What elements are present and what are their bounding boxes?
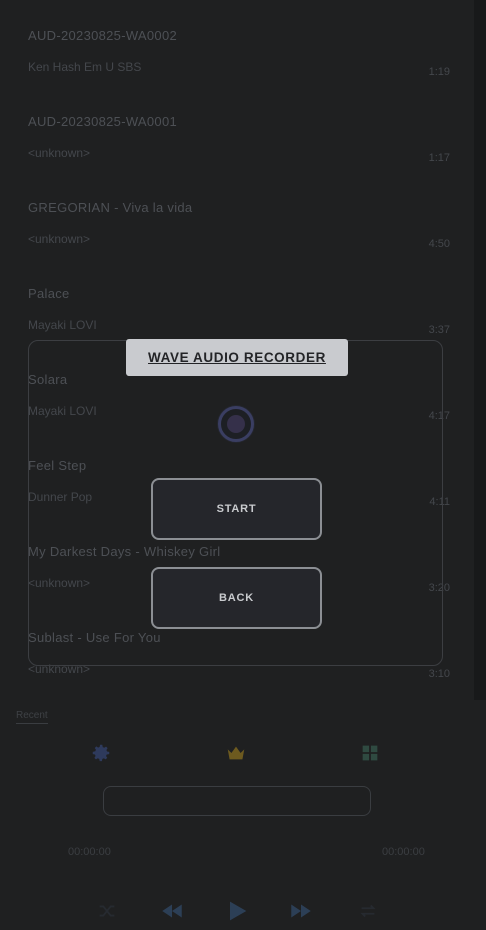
track-duration: 4:50: [428, 238, 450, 250]
track-artist: Ken Hash Em U SBS: [28, 60, 142, 74]
track-row[interactable]: GREGORIAN - Viva la vida <unknown> 4:50: [0, 188, 470, 274]
track-artist: <unknown>: [28, 146, 91, 160]
track-duration: 1:19: [428, 66, 450, 78]
track-title: AUD-20230825-WA0002: [28, 28, 178, 43]
track-title: AUD-20230825-WA0001: [28, 114, 178, 129]
app-root: AUD-20230825-WA0002 Ken Hash Em U SBS 1:19…: [0, 0, 486, 930]
shuffle-icon[interactable]: [92, 896, 122, 926]
track-artist: <unknown>: [28, 232, 91, 246]
grid-icon[interactable]: [357, 740, 383, 766]
now-playing-field[interactable]: [103, 786, 371, 816]
back-button[interactable]: BACK: [151, 567, 322, 629]
elapsed-time: 00:00:00: [68, 846, 111, 858]
dialog-title-bar: WAVE AUDIO RECORDER: [126, 339, 348, 376]
track-duration: 3:37: [428, 324, 450, 336]
total-time: 00:00:00: [382, 846, 425, 858]
track-title: Palace: [28, 286, 70, 301]
previous-icon[interactable]: [157, 896, 187, 926]
back-button-label: BACK: [219, 592, 254, 604]
track-title: GREGORIAN - Viva la vida: [28, 200, 193, 215]
play-icon[interactable]: [222, 896, 252, 926]
track-row[interactable]: AUD-20230825-WA0002 Ken Hash Em U SBS 1:19: [0, 16, 470, 102]
next-icon[interactable]: [286, 896, 316, 926]
start-button-label: START: [216, 503, 257, 515]
start-button[interactable]: START: [151, 478, 322, 540]
track-duration: 1:17: [428, 152, 450, 164]
crown-icon[interactable]: [223, 740, 249, 766]
track-row[interactable]: AUD-20230825-WA0001 <unknown> 1:17: [0, 102, 470, 188]
track-duration: 3:10: [428, 668, 450, 680]
record-indicator-icon: [218, 406, 254, 442]
recent-label: Recent: [16, 710, 48, 724]
repeat-icon[interactable]: [353, 896, 383, 926]
settings-icon[interactable]: [88, 740, 114, 766]
track-artist: Mayaki LOVI: [28, 318, 97, 332]
scrollbar[interactable]: [474, 0, 486, 700]
dialog-title: WAVE AUDIO RECORDER: [148, 350, 326, 365]
